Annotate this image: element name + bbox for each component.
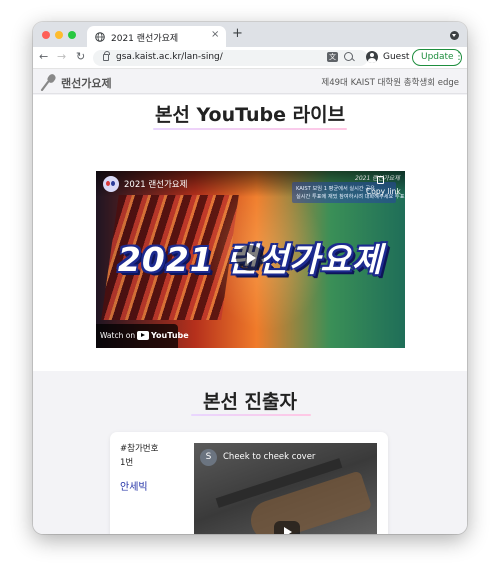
copy-link-icon[interactable] bbox=[377, 176, 384, 184]
youtube-wordmark: YouTube bbox=[151, 331, 189, 340]
finalist-video[interactable]: S Cheek to cheek cover bbox=[194, 443, 377, 534]
minimize-window-button[interactable] bbox=[55, 31, 63, 39]
copy-link-label[interactable]: Copy link bbox=[366, 187, 401, 196]
profile-label[interactable]: Guest bbox=[383, 52, 409, 62]
finalist-name[interactable]: 안세빅 bbox=[120, 478, 148, 493]
live-section: 본선 YouTube 라이브 2021 랜선가요제 2021 랜선가요제 KAI… bbox=[33, 95, 467, 371]
play-icon[interactable] bbox=[274, 521, 300, 534]
channel-logo[interactable] bbox=[103, 176, 119, 192]
heading-underline bbox=[191, 414, 311, 416]
globe-icon bbox=[95, 32, 105, 42]
video-title[interactable]: 2021 랜선가요제 bbox=[124, 178, 187, 190]
tab-search-icon[interactable] bbox=[450, 31, 459, 40]
clip-title[interactable]: Cheek to cheek cover bbox=[223, 452, 315, 462]
tab-close-icon[interactable]: × bbox=[211, 29, 219, 40]
lock-icon[interactable] bbox=[103, 51, 110, 61]
browser-window: 2021 랜선가요제 × + ← → ↻ gsa.kaist.ac.kr/lan… bbox=[33, 22, 467, 534]
tab-title: 2021 랜선가요제 bbox=[111, 34, 179, 44]
maximize-window-button[interactable] bbox=[68, 31, 76, 39]
kebab-menu-icon[interactable]: ⋮ bbox=[454, 51, 464, 62]
tab-bar: 2021 랜선가요제 × + bbox=[33, 22, 467, 47]
reload-button[interactable]: ↻ bbox=[76, 50, 85, 63]
watch-on-label: Watch on bbox=[100, 331, 136, 340]
zoom-icon[interactable] bbox=[344, 52, 353, 61]
site-name[interactable]: 랜선가요제 bbox=[61, 75, 112, 91]
youtube-embed[interactable]: 2021 랜선가요제 2021 랜선가요제 KAIST 보임 1 평균에서 실시… bbox=[96, 171, 405, 348]
live-heading: 본선 YouTube 라이브 bbox=[154, 104, 346, 126]
profile-icon[interactable] bbox=[366, 51, 378, 63]
entry-number-label: #참가번호 bbox=[120, 444, 159, 454]
play-icon[interactable] bbox=[236, 245, 264, 271]
translate-icon[interactable]: 文 bbox=[327, 52, 338, 62]
microphone-icon bbox=[40, 74, 56, 91]
site-header: 랜선가요제 제49대 KAIST 대학원 총학생회 edge bbox=[33, 70, 467, 94]
channel-avatar[interactable]: S bbox=[200, 449, 217, 466]
heading-underline bbox=[153, 128, 347, 130]
browser-tab[interactable]: 2021 랜선가요제 × bbox=[87, 26, 226, 47]
finalist-card: #참가번호 1번 안세빅 S Cheek to cheek cover bbox=[110, 432, 388, 534]
site-subtitle: 제49대 KAIST 대학원 총학생회 edge bbox=[321, 78, 459, 88]
forward-button[interactable]: → bbox=[57, 50, 66, 63]
notice-line: KAIST 보임 1 평균에서 실시간 공유 bbox=[296, 186, 375, 192]
back-button[interactable]: ← bbox=[39, 50, 48, 63]
youtube-logo-icon bbox=[137, 331, 149, 340]
clip-art bbox=[245, 470, 373, 534]
url-text[interactable]: gsa.kaist.ac.kr/lan-sing/ bbox=[116, 52, 223, 62]
close-window-button[interactable] bbox=[42, 31, 50, 39]
browser-toolbar: ← → ↻ gsa.kaist.ac.kr/lan-sing/ 文 Guest … bbox=[33, 47, 467, 69]
update-label: Update bbox=[421, 52, 454, 62]
web-page: 랜선가요제 제49대 KAIST 대학원 총학생회 edge 본선 YouTub… bbox=[33, 70, 467, 534]
entry-number: 1번 bbox=[120, 458, 134, 468]
update-button[interactable]: Update ⋮ bbox=[412, 49, 464, 66]
finalists-heading: 본선 진출자 bbox=[202, 391, 297, 413]
watch-on-youtube-button[interactable]: Watch on YouTube bbox=[96, 324, 189, 348]
new-tab-button[interactable]: + bbox=[232, 26, 243, 41]
